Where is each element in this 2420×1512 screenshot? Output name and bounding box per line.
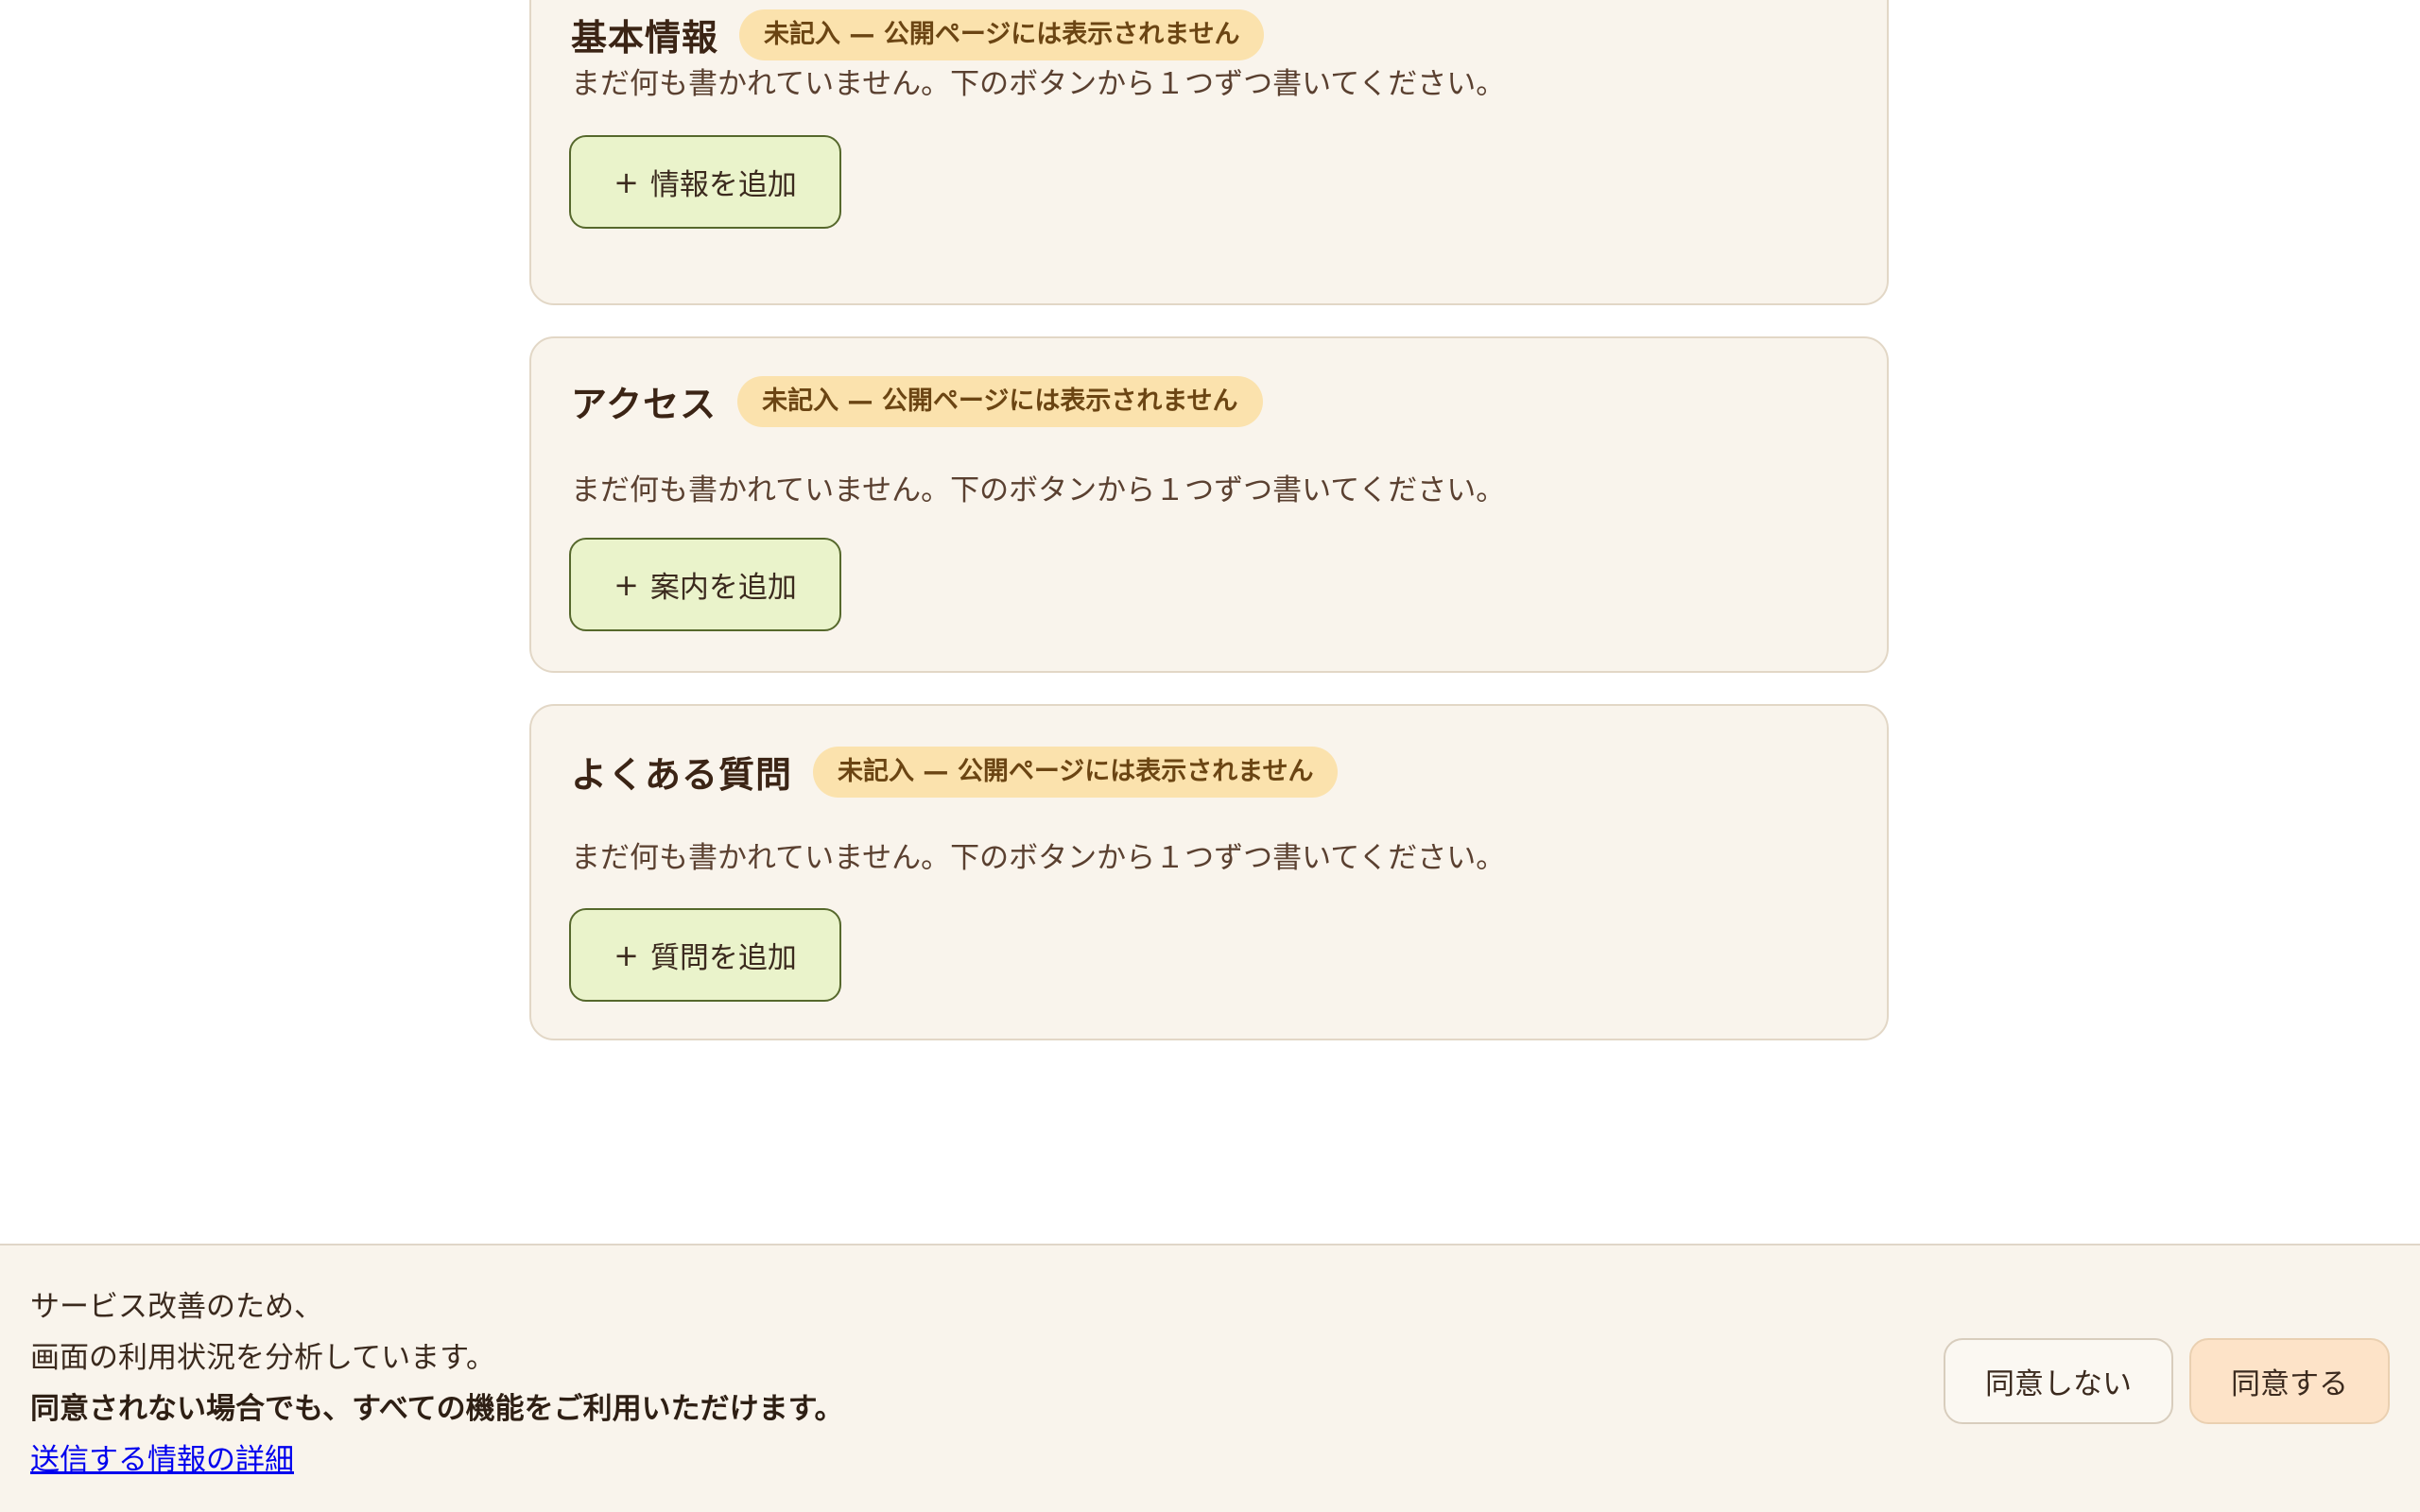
plus-icon: + (614, 936, 639, 973)
status-badge: 未記入 — 公開ページには表示されません (737, 375, 1263, 427)
section-header: アクセス 未記入 — 公開ページには表示されません (571, 375, 1263, 427)
status-badge: 未記入 — 公開ページには表示されません (813, 746, 1339, 798)
section-header: 基本情報 未記入 — 公開ページには表示されません (571, 9, 1265, 60)
consent-details-link[interactable]: 送信する情報の詳細 (30, 1443, 294, 1477)
section-empty-message: まだ何も書かれていません。下のボタンから１つずつ書いてください。 (571, 67, 1506, 101)
accept-button[interactable]: 同意する (2189, 1338, 2390, 1424)
consent-line-1: サービス改善のため、 (30, 1290, 323, 1324)
page: 基本情報 未記入 — 公開ページには表示されません まだ何も書かれていません。下… (0, 0, 2420, 1512)
decline-button[interactable]: 同意しない (1944, 1338, 2173, 1424)
add-info-button[interactable]: + 情報を追加 (569, 135, 841, 229)
section-faq: よくある質問 未記入 — 公開ページには表示されません まだ何も書かれていません… (529, 704, 1889, 1040)
add-guide-button-label: 案内を追加 (649, 571, 797, 605)
section-access: アクセス 未記入 — 公開ページには表示されません まだ何も書かれていません。下… (529, 336, 1889, 673)
section-title: 基本情報 (571, 17, 719, 59)
consent-banner: サービス改善のため、 画面の利用状況を分析しています。 同意されない場合でも、す… (0, 1244, 2420, 1512)
section-title: よくある質問 (571, 754, 793, 796)
section-header: よくある質問 未記入 — 公開ページには表示されません (571, 746, 1339, 798)
plus-icon: + (614, 163, 639, 200)
section-basic-info: 基本情報 未記入 — 公開ページには表示されません まだ何も書かれていません。下… (529, 0, 1889, 305)
add-question-button-label: 質問を追加 (649, 941, 797, 975)
add-info-button-label: 情報を追加 (649, 168, 797, 202)
plus-icon: + (614, 566, 639, 603)
section-empty-message: まだ何も書かれていません。下のボタンから１つずつ書いてください。 (571, 841, 1506, 875)
consent-line-2: 画面の利用状況を分析しています。 (30, 1341, 495, 1375)
section-empty-message: まだ何も書かれていません。下のボタンから１つずつ書いてください。 (571, 473, 1506, 507)
status-badge: 未記入 — 公開ページには表示されません (739, 9, 1265, 60)
consent-message: サービス改善のため、 画面の利用状況を分析しています。 同意されない場合でも、す… (30, 1281, 844, 1486)
section-title: アクセス (571, 384, 717, 425)
add-guide-button[interactable]: + 案内を追加 (569, 538, 841, 631)
consent-line-3: 同意されない場合でも、すべての機能をご利用いただけます。 (30, 1392, 844, 1426)
add-question-button[interactable]: + 質問を追加 (569, 908, 841, 1002)
